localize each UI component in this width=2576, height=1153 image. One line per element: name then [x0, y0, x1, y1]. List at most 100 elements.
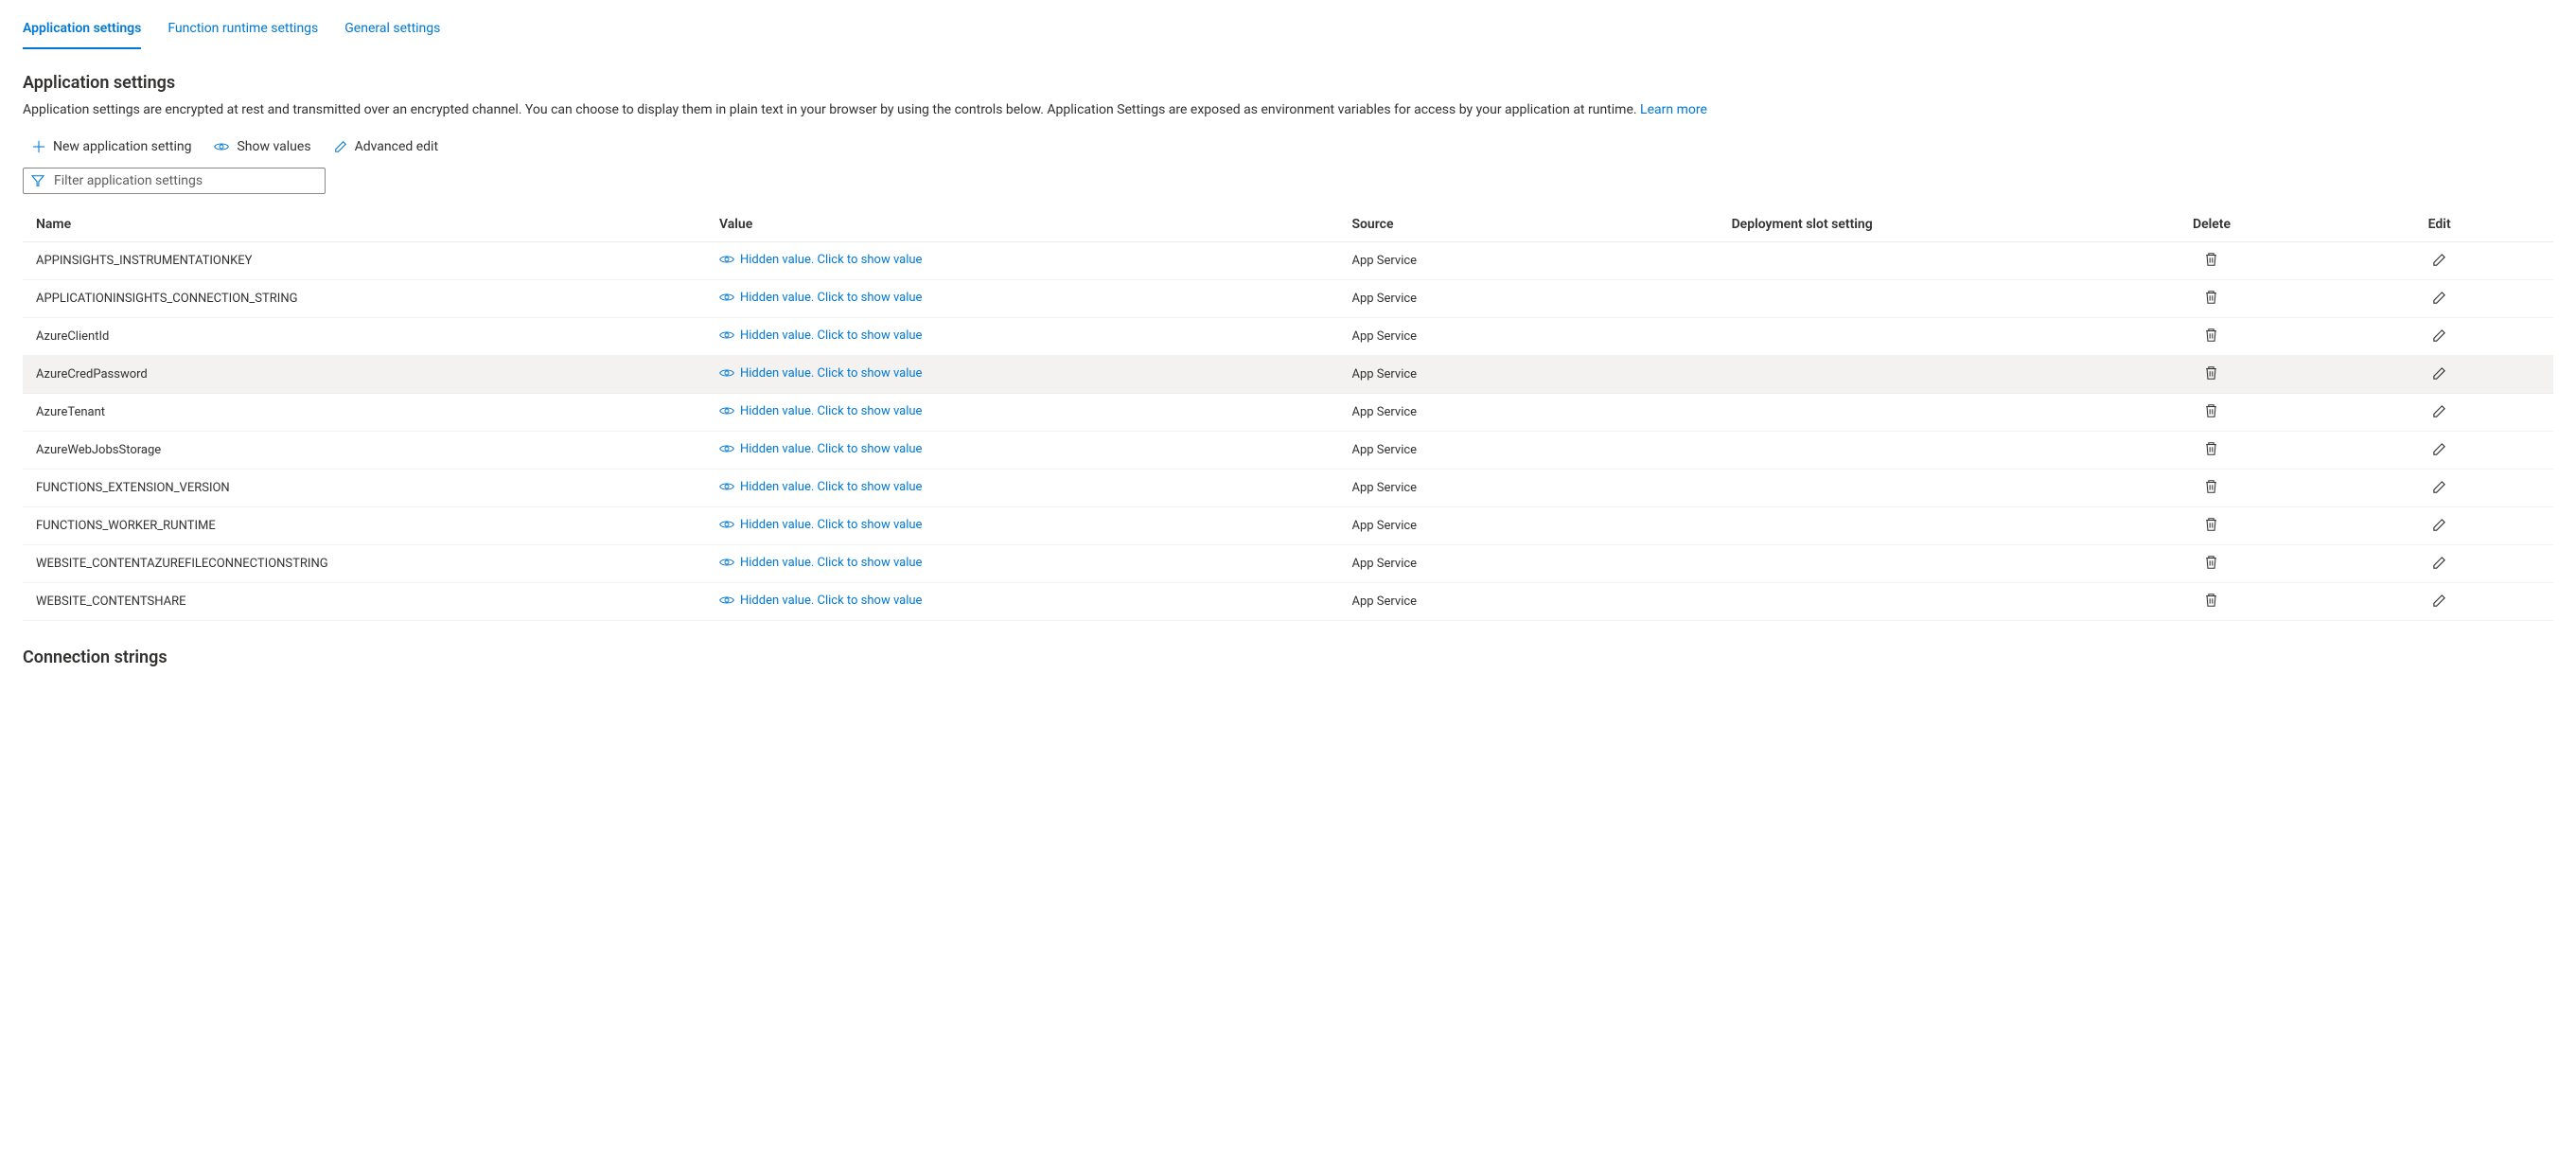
trash-icon	[2204, 517, 2218, 535]
table-row: APPINSIGHTS_INSTRUMENTATIONKEY Hidden val…	[23, 242, 2553, 280]
delete-cell	[2098, 432, 2326, 470]
edit-button[interactable]	[2430, 402, 2448, 423]
setting-name[interactable]: AzureCredPassword	[23, 356, 706, 394]
hidden-value-toggle[interactable]: Hidden value. Click to show value	[719, 328, 922, 343]
delete-button[interactable]	[2202, 250, 2220, 272]
delete-button[interactable]	[2202, 326, 2220, 347]
delete-button[interactable]	[2202, 401, 2220, 423]
hidden-value-toggle[interactable]: Hidden value. Click to show value	[719, 442, 922, 456]
edit-button[interactable]	[2430, 251, 2448, 272]
edit-cell	[2325, 432, 2553, 470]
hidden-value-toggle[interactable]: Hidden value. Click to show value	[719, 253, 922, 267]
edit-button[interactable]	[2430, 289, 2448, 310]
setting-name[interactable]: WEBSITE_CONTENTSHARE	[23, 583, 706, 621]
filter-box[interactable]	[23, 168, 326, 194]
hidden-value-text: Hidden value. Click to show value	[740, 556, 922, 570]
hidden-value-toggle[interactable]: Hidden value. Click to show value	[719, 594, 922, 608]
col-header-source[interactable]: Source	[1338, 207, 1718, 242]
setting-name[interactable]: WEBSITE_CONTENTAZUREFILECONNECTIONSTRING	[23, 545, 706, 583]
col-header-slot[interactable]: Deployment slot setting	[1719, 207, 2098, 242]
setting-name[interactable]: APPLICATIONINSIGHTS_CONNECTION_STRING	[23, 280, 706, 318]
setting-name[interactable]: AzureClientId	[23, 318, 706, 356]
delete-cell	[2098, 583, 2326, 621]
delete-button[interactable]	[2202, 553, 2220, 575]
hidden-value-toggle[interactable]: Hidden value. Click to show value	[719, 291, 922, 305]
hidden-value-toggle[interactable]: Hidden value. Click to show value	[719, 480, 922, 494]
eye-icon	[719, 519, 734, 530]
trash-icon	[2204, 252, 2218, 270]
edit-cell	[2325, 583, 2553, 621]
edit-button[interactable]	[2430, 364, 2448, 385]
delete-button[interactable]	[2202, 288, 2220, 310]
delete-cell	[2098, 356, 2326, 394]
filter-input[interactable]	[52, 172, 317, 189]
tab-function-runtime-settings[interactable]: Function runtime settings	[168, 11, 318, 49]
setting-slot	[1719, 356, 2098, 394]
hidden-value-text: Hidden value. Click to show value	[740, 518, 922, 532]
hidden-value-text: Hidden value. Click to show value	[740, 480, 922, 494]
edit-cell	[2325, 394, 2553, 432]
table-row: AzureClientId Hidden value. Click to show…	[23, 318, 2553, 356]
delete-cell	[2098, 470, 2326, 507]
setting-name[interactable]: AzureTenant	[23, 394, 706, 432]
setting-source: App Service	[1338, 356, 1718, 394]
setting-name[interactable]: APPINSIGHTS_INSTRUMENTATIONKEY	[23, 242, 706, 280]
advanced-edit-button[interactable]: Advanced edit	[332, 135, 440, 158]
hidden-value-toggle[interactable]: Hidden value. Click to show value	[719, 366, 922, 381]
setting-name[interactable]: FUNCTIONS_WORKER_RUNTIME	[23, 507, 706, 545]
edit-button[interactable]	[2430, 516, 2448, 537]
setting-source: App Service	[1338, 394, 1718, 432]
table-row: APPLICATIONINSIGHTS_CONNECTION_STRING Hid…	[23, 280, 2553, 318]
setting-slot	[1719, 394, 2098, 432]
setting-name[interactable]: FUNCTIONS_EXTENSION_VERSION	[23, 470, 706, 507]
plus-icon	[32, 140, 45, 153]
setting-source: App Service	[1338, 242, 1718, 280]
edit-button[interactable]	[2430, 554, 2448, 575]
delete-button[interactable]	[2202, 515, 2220, 537]
eye-icon	[719, 405, 734, 417]
delete-button[interactable]	[2202, 439, 2220, 461]
setting-slot	[1719, 318, 2098, 356]
setting-value-cell: Hidden value. Click to show value	[706, 470, 1339, 507]
setting-slot	[1719, 470, 2098, 507]
pencil-icon	[2432, 556, 2446, 573]
edit-button[interactable]	[2430, 440, 2448, 461]
tab-general-settings[interactable]: General settings	[344, 11, 440, 49]
toolbar: New application setting Show values Adva…	[30, 135, 2553, 158]
setting-value-cell: Hidden value. Click to show value	[706, 507, 1339, 545]
delete-cell	[2098, 318, 2326, 356]
show-values-button[interactable]: Show values	[212, 135, 312, 158]
col-header-value[interactable]: Value	[706, 207, 1339, 242]
edit-button[interactable]	[2430, 592, 2448, 612]
hidden-value-toggle[interactable]: Hidden value. Click to show value	[719, 518, 922, 532]
setting-value-cell: Hidden value. Click to show value	[706, 356, 1339, 394]
hidden-value-text: Hidden value. Click to show value	[740, 366, 922, 381]
setting-slot	[1719, 242, 2098, 280]
col-header-name[interactable]: Name	[23, 207, 706, 242]
eye-icon	[719, 254, 734, 265]
setting-value-cell: Hidden value. Click to show value	[706, 394, 1339, 432]
show-values-label: Show values	[237, 139, 310, 154]
delete-button[interactable]	[2202, 477, 2220, 499]
setting-name[interactable]: AzureWebJobsStorage	[23, 432, 706, 470]
pencil-icon	[2432, 518, 2446, 535]
eye-icon	[719, 481, 734, 492]
delete-button[interactable]	[2202, 591, 2220, 612]
delete-button[interactable]	[2202, 364, 2220, 385]
setting-value-cell: Hidden value. Click to show value	[706, 242, 1339, 280]
tab-application-settings[interactable]: Application settings	[23, 11, 141, 49]
hidden-value-toggle[interactable]: Hidden value. Click to show value	[719, 404, 922, 418]
pencil-icon	[2432, 480, 2446, 497]
edit-button[interactable]	[2430, 478, 2448, 499]
new-application-setting-button[interactable]: New application setting	[30, 135, 193, 158]
section-heading: Application settings	[23, 73, 2553, 93]
delete-cell	[2098, 280, 2326, 318]
setting-slot	[1719, 545, 2098, 583]
pencil-icon	[2432, 442, 2446, 459]
learn-more-link[interactable]: Learn more	[1640, 102, 1707, 117]
eye-icon	[719, 329, 734, 341]
edit-button[interactable]	[2430, 327, 2448, 347]
hidden-value-toggle[interactable]: Hidden value. Click to show value	[719, 556, 922, 570]
setting-slot	[1719, 583, 2098, 621]
new-application-setting-label: New application setting	[53, 139, 191, 154]
